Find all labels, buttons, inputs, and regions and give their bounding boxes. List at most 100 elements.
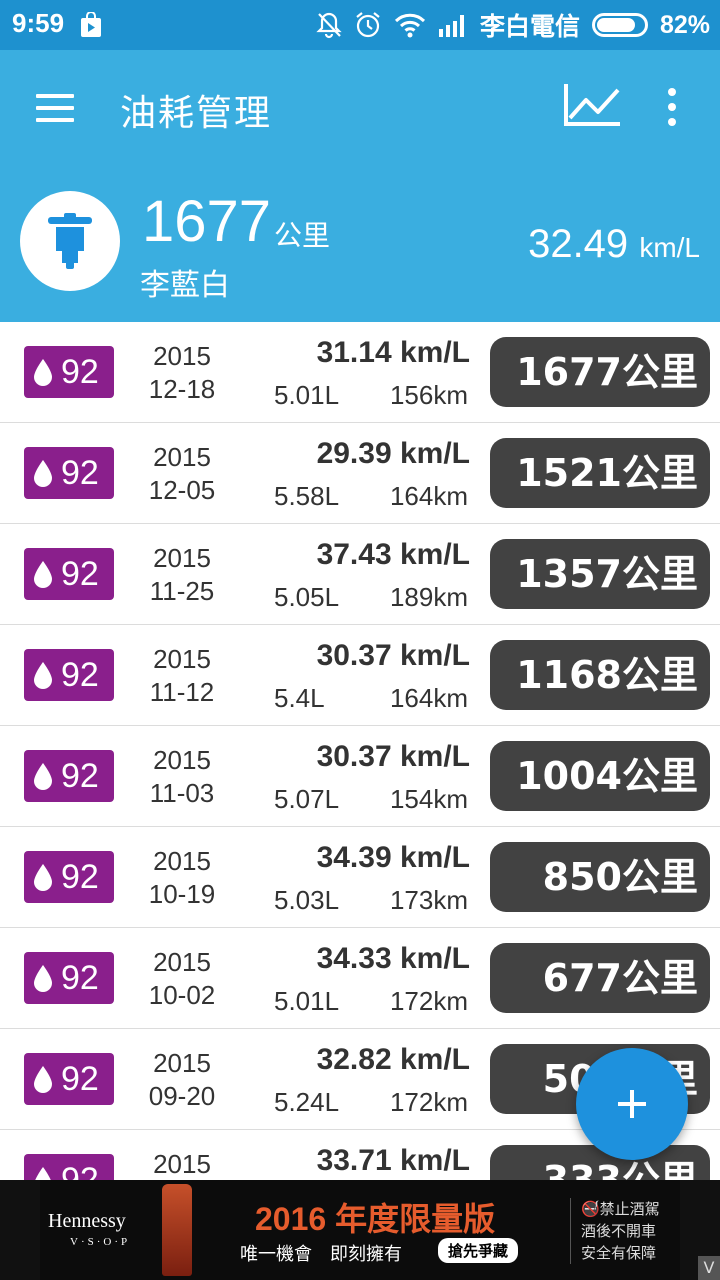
record-efficiency: 29.39 km/L [316,437,470,470]
record-efficiency: 34.39 km/L [316,841,470,874]
record-row[interactable]: 92 2015 11-12 30.37 km/L 5.4L 164km 1168公里 [0,625,720,726]
status-bar: 9:59 李白電信 82% [0,0,720,50]
record-trip-distance: 164km [389,683,468,713]
record-year: 2015 [153,947,211,977]
battery-level [596,18,635,32]
ad-warning-line: 安全有保障 [581,1244,657,1262]
fuel-octane: 92 [61,656,99,694]
record-efficiency: 34.33 km/L [316,942,470,975]
ad-banner[interactable]: Hennessy V·S·O·P 2016 年度限量版 唯一機會 即刻擁有 搶先… [0,1180,720,1280]
fuel-octane: 92 [61,555,99,593]
fuel-octane: 92 [61,353,99,391]
fuel-drop-icon [34,763,52,790]
fuel-octane: 92 [61,757,99,795]
fuel-drop-icon [34,460,52,487]
record-trip-distance: 172km [389,1087,468,1117]
fuel-type-badge: 92 [24,851,114,903]
battery-icon [591,13,648,37]
status-time: 9:59 [12,8,65,38]
record-efficiency: 32.82 km/L [316,1043,470,1076]
ad-cta-button[interactable]: 搶先爭藏 [438,1238,519,1263]
status-icons: 李白電信 82% [316,8,710,42]
wifi-icon [394,13,425,38]
record-trip-distance: 156km [389,380,468,410]
record-liters: 5.03L [274,885,340,915]
record-row[interactable]: 92 2015 10-02 34.33 km/L 5.01L 172km 677公里 [0,928,720,1029]
record-efficiency: 37.43 km/L [316,538,470,571]
ad-bottle-image [162,1184,192,1276]
vehicle-summary[interactable]: 1677 公里 李藍白 32.49 km/L [0,164,720,322]
ad-subtitle: 唯一機會 即刻擁有 [240,1244,402,1265]
ad-warning-line: 酒後不開車 [581,1222,657,1240]
ad-close-button[interactable]: V [698,1256,720,1280]
record-year: 2015 [153,442,211,472]
app-bar: 油耗管理 [0,50,720,164]
fuel-drop-icon [34,359,52,386]
vehicle-owner-name: 李藍白 [140,268,230,303]
fuel-octane: 92 [61,858,99,896]
total-distance-unit: 公里 [274,219,331,252]
record-odometer: 677公里 [490,943,710,1013]
more-vertical-icon[interactable] [654,84,690,130]
record-year: 2015 [153,745,211,775]
alarm-icon [356,12,380,38]
fuel-drop-icon [34,561,52,588]
fuel-type-badge: 92 [24,548,114,600]
fuel-type-badge: 92 [24,750,114,802]
record-row[interactable]: 92 2015 11-03 30.37 km/L 5.07L 154km 1004公里 [0,726,720,827]
record-row[interactable]: 92 2015 12-18 31.14 km/L 5.01L 156km 1677公里 [0,322,720,423]
record-odometer: 850公里 [490,842,710,912]
record-trip-distance: 173km [389,885,468,915]
record-date: 2015 09-20 [130,1047,234,1113]
ad-brand: Hennessy [48,1210,126,1232]
record-liters: 5.05L [274,582,340,612]
ad-content[interactable]: Hennessy V·S·O·P 2016 年度限量版 唯一機會 即刻擁有 搶先… [40,1180,680,1280]
avatar[interactable] [20,191,120,291]
record-efficiency: 31.14 km/L [316,336,470,369]
record-liters: 5.58L [274,481,340,511]
record-trip-distance: 164km [389,481,468,511]
average-efficiency-value: 32.49 [528,222,629,266]
play-store-icon [81,12,101,37]
record-month-day: 11-12 [149,677,215,707]
record-month-day: 10-19 [148,879,216,909]
record-trip-distance: 189km [389,582,468,612]
record-year: 2015 [153,1149,211,1179]
ad-brand-sub: V·S·O·P [70,1236,131,1248]
record-efficiency: 30.37 km/L [316,639,470,672]
fuel-drop-icon [34,864,52,891]
record-date: 2015 [130,1148,234,1180]
fuel-octane: 92 [61,959,99,997]
fuel-type-badge: 92 [24,346,114,398]
record-row[interactable]: 92 2015 11-25 37.43 km/L 5.05L 189km 1357公里 [0,524,720,625]
fuel-octane: 92 [61,454,99,492]
ad-warning-line: 🚭禁止酒駕 [581,1200,660,1218]
record-row[interactable]: 92 2015 10-19 34.39 km/L 5.03L 173km 850公里 [0,827,720,928]
record-odometer: 1521公里 [490,438,710,508]
add-record-button[interactable] [576,1048,688,1160]
total-distance: 1677 [142,189,272,254]
record-month-day: 09-20 [148,1081,216,1111]
record-liters: 5.24L [274,1087,340,1117]
record-date: 2015 10-19 [130,845,234,911]
battery-percent: 82% [659,10,710,39]
record-trip-distance: 154km [389,784,468,814]
fuel-drop-icon [34,1066,52,1093]
record-liters: 5.01L [274,380,340,410]
line-chart-icon[interactable] [558,80,624,132]
fuel-drop-icon [35,1167,51,1180]
record-year: 2015 [153,644,211,674]
menu-icon[interactable] [26,78,86,138]
record-month-day: 12-18 [148,374,216,404]
record-efficiency: 33.71 km/L [316,1144,470,1177]
signal-icon [438,15,464,37]
record-date: 2015 10-02 [130,946,234,1012]
scooter-icon [48,213,92,269]
ad-warning: 🚭禁止酒駕 酒後不開車 安全有保障 [570,1198,660,1264]
record-year: 2015 [153,341,211,371]
record-odometer: 1677公里 [490,337,710,407]
fuel-type-badge: 92 [24,447,114,499]
fuel-type-badge: 92 [24,649,114,701]
record-odometer: 1004公里 [490,741,710,811]
record-row[interactable]: 92 2015 12-05 29.39 km/L 5.58L 164km 1521公里 [0,423,720,524]
